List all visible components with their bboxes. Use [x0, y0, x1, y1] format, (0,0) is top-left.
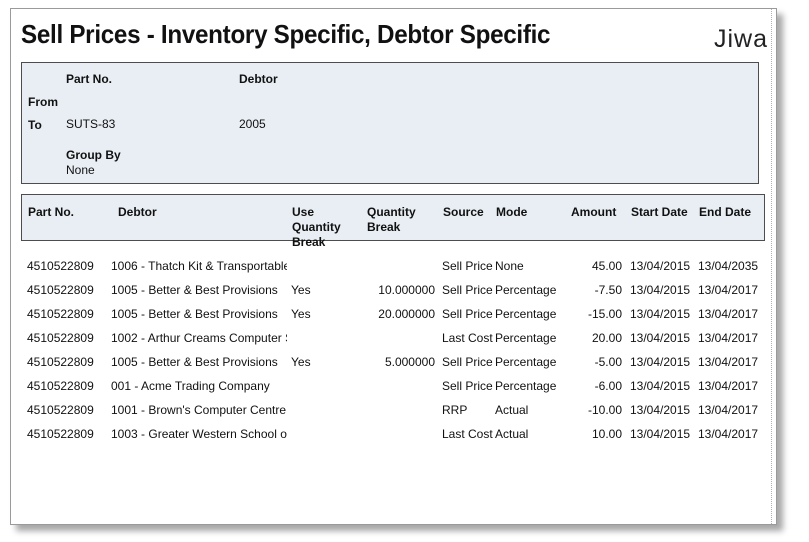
cell-part-no: 4510522809	[27, 259, 94, 273]
cell-end-date: 13/04/2017	[698, 427, 759, 441]
col-header-amount: Amount	[571, 205, 617, 219]
col-header-mode: Mode	[496, 205, 528, 219]
criteria-to-debtor: 2005	[239, 117, 266, 131]
cell-debtor: 1001 - Brown's Computer Centre	[111, 403, 287, 417]
table-row: 4510522809 1002 - Arthur Creams Computer…	[11, 329, 776, 353]
cell-quantity-break: 20.000000	[378, 307, 435, 321]
criteria-group-by-label: Group By	[66, 148, 121, 162]
cell-amount: -15.00	[587, 307, 622, 321]
col-header-end-date: End Date	[699, 205, 752, 219]
cell-start-date: 13/04/2015	[630, 307, 691, 321]
cell-amount: -5.00	[594, 355, 622, 369]
cell-amount: 45.00	[591, 259, 622, 273]
cell-source: Last Cost	[442, 427, 493, 441]
cell-use-quantity-break: Yes	[291, 307, 311, 321]
table-header: Part No. Debtor Use Quantity Break Quant…	[21, 194, 765, 249]
col-header-use-quantity-break: Use Quantity Break	[292, 205, 341, 249]
cell-end-date: 13/04/2017	[698, 379, 759, 393]
cell-end-date: 13/04/2035	[698, 259, 759, 273]
cell-start-date: 13/04/2015	[630, 355, 691, 369]
criteria-to-label: To	[28, 118, 42, 132]
criteria-to-part-no: SUTS-83	[66, 117, 116, 131]
cell-mode: Percentage	[495, 355, 557, 369]
cell-mode: Actual	[495, 403, 529, 417]
criteria-part-no-label: Part No.	[66, 72, 113, 86]
cell-source: Sell Price	[442, 355, 493, 369]
cell-start-date: 13/04/2015	[630, 427, 691, 441]
cell-source: Sell Price	[442, 259, 493, 273]
cell-debtor: 1005 - Better & Best Provisions	[111, 307, 278, 321]
table-row: 4510522809 1005 - Better & Best Provisio…	[11, 305, 776, 329]
cell-source: Sell Price	[442, 283, 493, 297]
table-row: 4510522809 1005 - Better & Best Provisio…	[11, 281, 776, 305]
cell-mode: Percentage	[495, 307, 557, 321]
col-header-start-date: Start Date	[631, 205, 688, 219]
report-title: Sell Prices - Inventory Specific, Debtor…	[21, 19, 551, 49]
cell-part-no: 4510522809	[27, 427, 94, 441]
report-page: Sell Prices - Inventory Specific, Debtor…	[10, 8, 777, 525]
cell-use-quantity-break: Yes	[291, 355, 311, 369]
cell-start-date: 13/04/2015	[630, 331, 691, 345]
cell-debtor: 1003 - Greater Western School of Ma	[111, 427, 287, 441]
cell-debtor: 001 - Acme Trading Company	[111, 379, 270, 393]
cell-amount: -10.00	[587, 403, 622, 417]
col-header-quantity-break: Quantity Break	[367, 205, 416, 234]
table-row: 4510522809 1003 - Greater Western School…	[11, 425, 776, 449]
cell-use-quantity-break: Yes	[291, 283, 311, 297]
cell-source: RRP	[442, 403, 468, 417]
cell-end-date: 13/04/2017	[698, 331, 759, 345]
cell-mode: Percentage	[495, 379, 557, 393]
cell-part-no: 4510522809	[27, 307, 94, 321]
table-row: 4510522809 1001 - Brown's Computer Centr…	[11, 401, 776, 425]
col-header-part-no: Part No.	[28, 205, 75, 219]
cell-start-date: 13/04/2015	[630, 403, 691, 417]
cell-debtor: 1006 - Thatch Kit & Transportable Ho	[111, 259, 287, 273]
cell-amount: -6.00	[594, 379, 622, 393]
cell-quantity-break: 5.000000	[384, 355, 435, 369]
cell-mode: Percentage	[495, 283, 557, 297]
cell-part-no: 4510522809	[27, 355, 94, 369]
table-row: 4510522809 1006 - Thatch Kit & Transport…	[11, 257, 776, 281]
cell-debtor: 1005 - Better & Best Provisions	[111, 355, 278, 369]
cell-source: Last Cost	[442, 331, 493, 345]
cell-amount: 20.00	[591, 331, 622, 345]
cell-mode: Percentage	[495, 331, 557, 345]
criteria-panel: Part No. Debtor From To SUTS-83 2005 Gro…	[21, 62, 759, 184]
cell-amount: -7.50	[594, 283, 622, 297]
cell-part-no: 4510522809	[27, 379, 94, 393]
jiwa-logo: Jiwa	[713, 25, 768, 53]
cell-start-date: 13/04/2015	[630, 259, 691, 273]
cell-mode: None	[495, 259, 524, 273]
criteria-from-label: From	[28, 95, 58, 109]
criteria-group-by-value: None	[66, 163, 95, 177]
cell-amount: 10.00	[591, 427, 622, 441]
cell-end-date: 13/04/2017	[698, 307, 759, 321]
col-header-source: Source	[443, 205, 484, 219]
cell-quantity-break: 10.000000	[378, 283, 435, 297]
table-row: 4510522809 1005 - Better & Best Provisio…	[11, 353, 776, 377]
cell-start-date: 13/04/2015	[630, 379, 691, 393]
cell-debtor: 1005 - Better & Best Provisions	[111, 283, 278, 297]
cell-source: Sell Price	[442, 307, 493, 321]
cell-source: Sell Price	[442, 379, 493, 393]
cell-start-date: 13/04/2015	[630, 283, 691, 297]
cell-part-no: 4510522809	[27, 283, 94, 297]
cell-mode: Actual	[495, 427, 529, 441]
cell-end-date: 13/04/2017	[698, 403, 759, 417]
col-header-debtor: Debtor	[118, 205, 157, 219]
criteria-debtor-label: Debtor	[239, 72, 278, 86]
cell-end-date: 13/04/2017	[698, 355, 759, 369]
cell-part-no: 4510522809	[27, 403, 94, 417]
cell-end-date: 13/04/2017	[698, 283, 759, 297]
cell-debtor: 1002 - Arthur Creams Computer Sto	[111, 331, 287, 345]
cell-part-no: 4510522809	[27, 331, 94, 345]
table-row: 4510522809 001 - Acme Trading Company Se…	[11, 377, 776, 401]
